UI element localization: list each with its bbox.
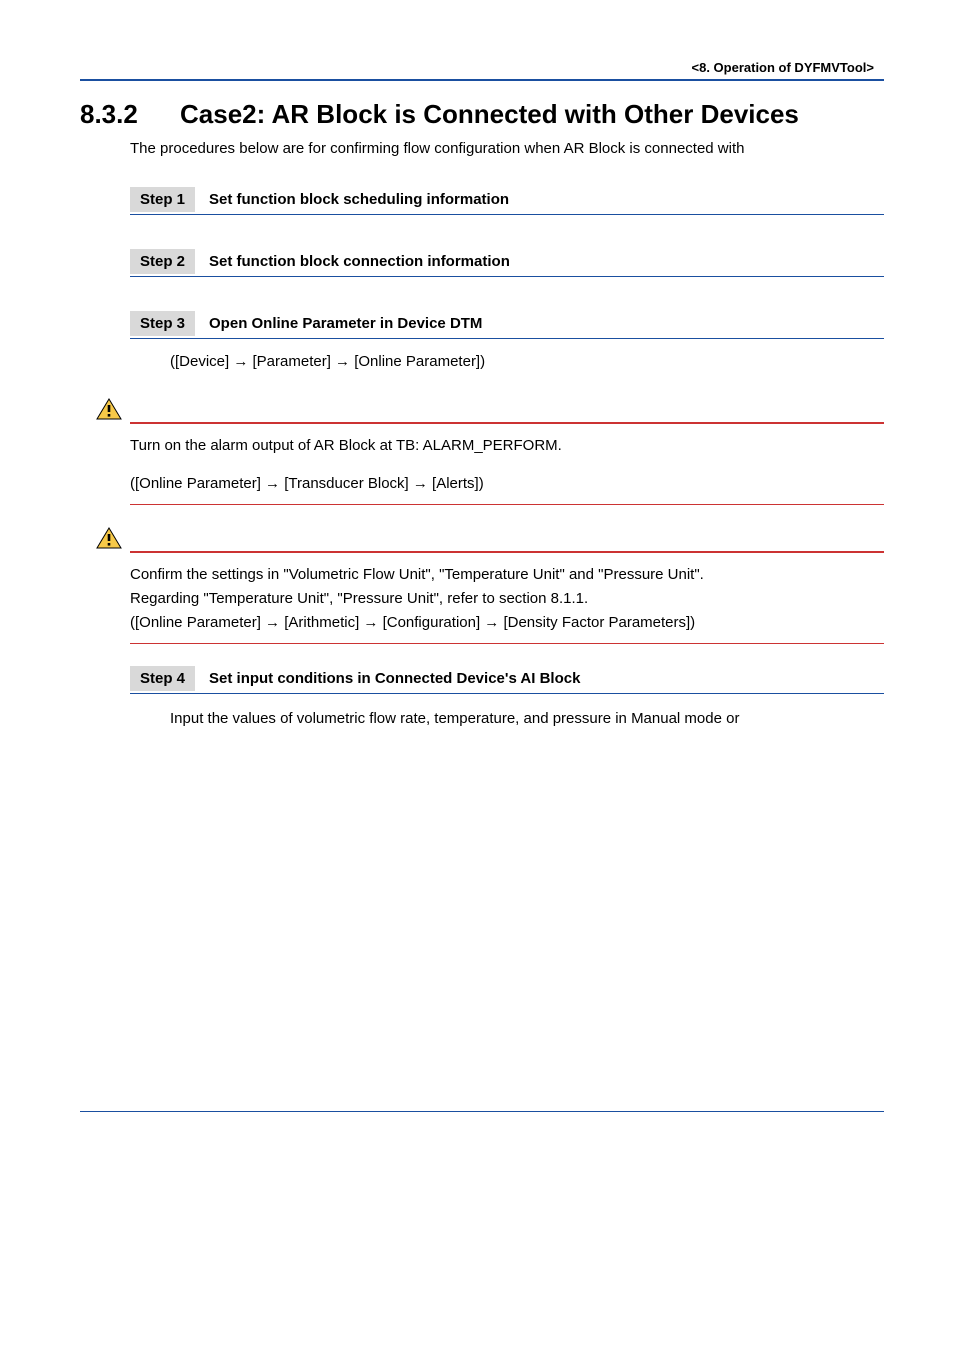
important-rule-top (130, 422, 884, 424)
step-head: Step 2 Set function block connection inf… (130, 249, 884, 274)
step-badge: Step 1 (130, 187, 195, 212)
step-head: Step 4 Set input conditions in Connected… (130, 666, 884, 691)
important-rule-bottom (130, 504, 884, 505)
step-rule (130, 338, 884, 339)
section-title: Case2: AR Block is Connected with Other … (180, 99, 799, 130)
step-rule (130, 693, 884, 694)
important-rule-top (130, 551, 884, 553)
step-badge: Step 4 (130, 666, 195, 691)
important-callout-2: Confirm the settings in "Volumetric Flow… (96, 527, 884, 644)
step-3-path: ([Device] → [Parameter] → [Online Parame… (170, 353, 884, 370)
step-rule (130, 276, 884, 277)
important-rule-bottom (130, 643, 884, 644)
section-intro: The procedures below are for confirming … (130, 138, 884, 159)
important-line: Confirm the settings in "Volumetric Flow… (130, 563, 884, 587)
header-rule (80, 79, 884, 81)
important-line: Turn on the alarm output of AR Block at … (130, 434, 884, 458)
warning-icon (96, 398, 122, 420)
warning-icon (96, 527, 122, 549)
step-head: Step 3 Open Online Parameter in Device D… (130, 311, 884, 336)
step-1: Step 1 Set function block scheduling inf… (130, 187, 884, 215)
step-title: Set input conditions in Connected Device… (209, 670, 580, 687)
important-head (96, 527, 884, 549)
step-title: Set function block connection informatio… (209, 253, 510, 270)
important-line: ([Online Parameter] → [Transducer Block]… (130, 472, 884, 496)
step-rule (130, 214, 884, 215)
important-body: Confirm the settings in "Volumetric Flow… (130, 563, 884, 635)
step-badge: Step 2 (130, 249, 195, 274)
important-line: Regarding "Temperature Unit", "Pressure … (130, 587, 884, 611)
step-4-note: Input the values of volumetric flow rate… (170, 708, 884, 731)
step-4: Step 4 Set input conditions in Connected… (130, 666, 884, 694)
step-head: Step 1 Set function block scheduling inf… (130, 187, 884, 212)
header-breadcrumb: <8. Operation of DYFMVTool> (80, 60, 884, 75)
footer-rule (80, 1111, 884, 1112)
important-head (96, 398, 884, 420)
page-container: <8. Operation of DYFMVTool> 8.3.2 Case2:… (0, 0, 954, 1152)
important-line: ([Online Parameter] → [Arithmetic] → [Co… (130, 611, 884, 635)
step-title: Set function block scheduling informatio… (209, 191, 509, 208)
section-heading: 8.3.2 Case2: AR Block is Connected with … (80, 99, 884, 130)
step-badge: Step 3 (130, 311, 195, 336)
important-body: Turn on the alarm output of AR Block at … (130, 434, 884, 496)
step-title: Open Online Parameter in Device DTM (209, 315, 482, 332)
section-number: 8.3.2 (80, 99, 180, 130)
step-2: Step 2 Set function block connection inf… (130, 249, 884, 277)
important-callout-1: Turn on the alarm output of AR Block at … (96, 398, 884, 505)
step-3: Step 3 Open Online Parameter in Device D… (130, 311, 884, 339)
